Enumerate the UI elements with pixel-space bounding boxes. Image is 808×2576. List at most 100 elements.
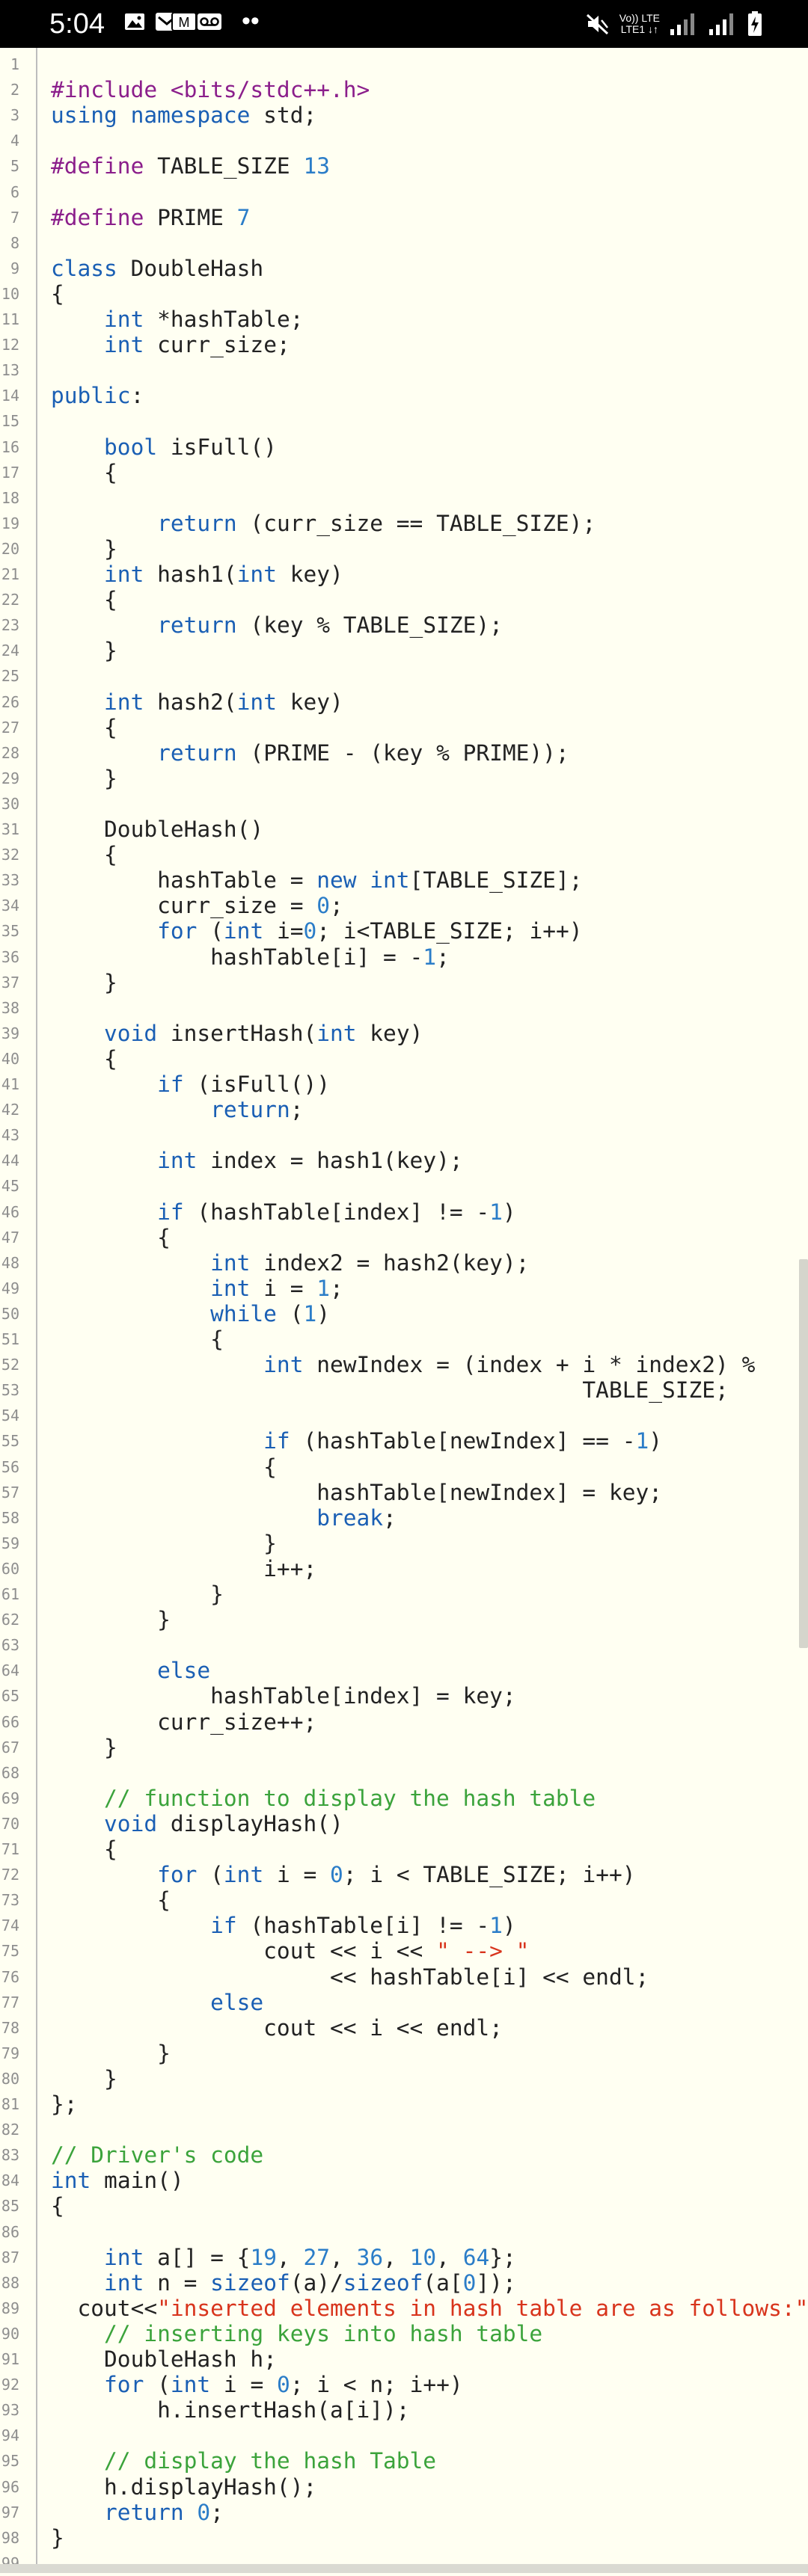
code-line[interactable]: 67 }	[0, 1735, 808, 1760]
code-line[interactable]: 13	[0, 357, 808, 383]
code-line[interactable]: 36 hashTable[i] = -1;	[0, 944, 808, 970]
code-line[interactable]: 41 if (isFull())	[0, 1072, 808, 1097]
code-line[interactable]: 27 {	[0, 715, 808, 740]
code-line[interactable]: 42 return;	[0, 1097, 808, 1122]
code-text[interactable]: int a[] = {19, 27, 36, 10, 64};	[51, 2245, 516, 2270]
code-line[interactable]: 16 bool isFull()	[0, 434, 808, 460]
code-text[interactable]: cout << i << " --> "	[51, 1938, 529, 1964]
code-text[interactable]: }	[51, 2525, 64, 2551]
code-line[interactable]: 55 if (hashTable[newIndex] == -1)	[0, 1428, 808, 1454]
code-text[interactable]: return 0;	[51, 2500, 224, 2525]
code-line[interactable]: 52 int newIndex = (index + i * index2) %	[0, 1352, 808, 1377]
code-text[interactable]: hashTable[i] = -1;	[51, 944, 450, 970]
code-line[interactable]: 29 }	[0, 766, 808, 791]
code-line[interactable]: 44 int index = hash1(key);	[0, 1148, 808, 1173]
code-line[interactable]: 68	[0, 1760, 808, 1786]
code-text[interactable]: {	[51, 842, 117, 867]
code-text[interactable]: if (hashTable[index] != -1)	[51, 1199, 516, 1225]
code-text[interactable]: hashTable[newIndex] = key;	[51, 1480, 662, 1505]
code-line[interactable]: 43	[0, 1122, 808, 1148]
code-line[interactable]: 69 // function to display the hash table	[0, 1786, 808, 1811]
code-text[interactable]: int hash1(int key)	[51, 562, 343, 587]
code-line[interactable]: 93 h.insertHash(a[i]);	[0, 2397, 808, 2423]
code-text[interactable]: else	[51, 1658, 210, 1683]
code-line[interactable]: 26 int hash2(int key)	[0, 689, 808, 715]
code-line[interactable]: 23 return (key % TABLE_SIZE);	[0, 612, 808, 638]
code-text[interactable]: return (key % TABLE_SIZE);	[51, 612, 503, 638]
code-line[interactable]: 14 public:	[0, 383, 808, 408]
code-line[interactable]: 20 }	[0, 536, 808, 562]
code-text[interactable]: {	[51, 281, 64, 307]
code-text[interactable]: hashTable[index] = key;	[51, 1683, 516, 1709]
code-line[interactable]: 71 {	[0, 1836, 808, 1862]
horizontal-scrollbar[interactable]	[0, 2564, 808, 2573]
code-text[interactable]: {	[51, 1887, 171, 1913]
code-text[interactable]: int newIndex = (index + i * index2) %	[51, 1352, 755, 1377]
code-text[interactable]: }	[51, 2066, 117, 2091]
code-text[interactable]: int hash2(int key)	[51, 689, 343, 715]
code-line[interactable]: 10 {	[0, 281, 808, 307]
code-text[interactable]: class DoubleHash	[51, 256, 263, 281]
code-text[interactable]: return (PRIME - (key % PRIME));	[51, 740, 569, 766]
code-line[interactable]: 75 cout << i << " --> "	[0, 1938, 808, 1964]
code-text[interactable]: h.displayHash();	[51, 2474, 316, 2500]
code-text[interactable]: void insertHash(int key)	[51, 1021, 423, 1046]
code-line[interactable]: 61 }	[0, 1581, 808, 1607]
code-line[interactable]: 70 void displayHash()	[0, 1811, 808, 1836]
code-text[interactable]: DoubleHash()	[51, 817, 263, 842]
code-text[interactable]: {	[51, 460, 117, 485]
code-text[interactable]: if (hashTable[i] != -1)	[51, 1913, 516, 1938]
code-line[interactable]: 18	[0, 485, 808, 511]
code-text[interactable]: int i = 1;	[51, 1276, 343, 1301]
code-line[interactable]: 84 int main()	[0, 2168, 808, 2193]
code-line[interactable]: 83 // Driver's code	[0, 2142, 808, 2168]
code-text[interactable]: i++;	[51, 1556, 316, 1581]
code-text[interactable]: }	[51, 638, 117, 663]
code-text[interactable]: if (hashTable[newIndex] == -1)	[51, 1428, 662, 1454]
code-text[interactable]: // Driver's code	[51, 2142, 263, 2168]
code-editor[interactable]: 1 2 #include <bits/stdc++.h> 3 using namespa…	[0, 48, 808, 2573]
code-line[interactable]: 28 return (PRIME - (key % PRIME));	[0, 740, 808, 766]
code-line[interactable]: 86	[0, 2219, 808, 2245]
code-text[interactable]: {	[51, 1454, 277, 1480]
code-line[interactable]: 1	[0, 52, 808, 77]
code-line[interactable]: 56 {	[0, 1454, 808, 1480]
code-text[interactable]: if (isFull())	[51, 1072, 330, 1097]
code-text[interactable]: bool isFull()	[51, 434, 277, 460]
code-line[interactable]: 77 else	[0, 1990, 808, 2015]
code-line[interactable]: 50 while (1)	[0, 1301, 808, 1327]
code-line[interactable]: 46 if (hashTable[index] != -1)	[0, 1199, 808, 1225]
scrollbar-thumb[interactable]	[799, 1259, 808, 1648]
code-text[interactable]: curr_size++;	[51, 1709, 316, 1735]
code-line[interactable]: 62 }	[0, 1607, 808, 1632]
code-line[interactable]: 64 else	[0, 1658, 808, 1683]
code-text[interactable]: int curr_size;	[51, 332, 290, 357]
code-text[interactable]: for (int i = 0; i < n; i++)	[51, 2372, 463, 2397]
code-line[interactable]: 95 // display the hash Table	[0, 2448, 808, 2474]
code-text[interactable]: {	[51, 715, 117, 740]
code-line[interactable]: 94	[0, 2423, 808, 2448]
code-line[interactable]: 49 int i = 1;	[0, 1276, 808, 1301]
code-line[interactable]: 48 int index2 = hash2(key);	[0, 1250, 808, 1276]
code-line[interactable]: 3 using namespace std;	[0, 102, 808, 128]
code-text[interactable]: }	[51, 1581, 224, 1607]
code-line[interactable]: 87 int a[] = {19, 27, 36, 10, 64};	[0, 2245, 808, 2270]
code-line[interactable]: 25	[0, 663, 808, 689]
code-line[interactable]: 78 cout << i << endl;	[0, 2015, 808, 2041]
code-line[interactable]: 89 cout<<"inserted elements in hash tabl…	[0, 2296, 808, 2321]
code-text[interactable]: void displayHash()	[51, 1811, 343, 1836]
code-line[interactable]: 2 #include <bits/stdc++.h>	[0, 77, 808, 102]
code-line[interactable]: 30	[0, 791, 808, 817]
code-line[interactable]: 92 for (int i = 0; i < n; i++)	[0, 2372, 808, 2397]
code-line[interactable]: 98}	[0, 2525, 808, 2551]
code-line[interactable]: 45	[0, 1173, 808, 1199]
code-text[interactable]: for (int i=0; i<TABLE_SIZE; i++)	[51, 918, 582, 944]
code-line[interactable]: 22 {	[0, 587, 808, 612]
code-text[interactable]: int *hashTable;	[51, 307, 303, 332]
code-text[interactable]: }	[51, 1531, 277, 1556]
code-line[interactable]: 79 }	[0, 2041, 808, 2066]
code-text[interactable]: {	[51, 1327, 224, 1352]
code-text[interactable]: {	[51, 587, 117, 612]
code-text[interactable]: };	[51, 2091, 78, 2117]
code-line[interactable]: 33 hashTable = new int[TABLE_SIZE];	[0, 867, 808, 893]
